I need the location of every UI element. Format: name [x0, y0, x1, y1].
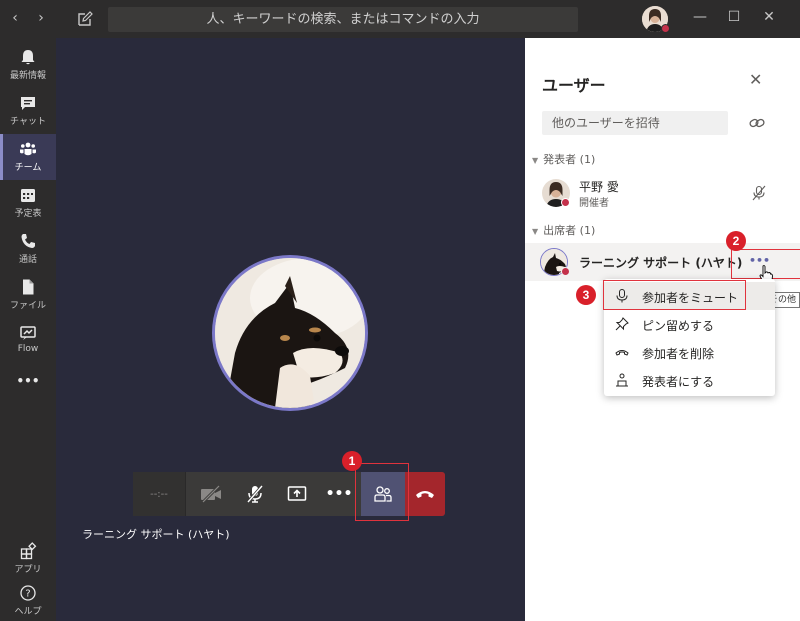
menu-item-pin[interactable]: ピン留めする — [604, 310, 775, 338]
minimize-button[interactable]: — — [690, 9, 710, 25]
attendee-name: ラーニング サポート (ハヤト) — [579, 256, 743, 270]
rail-item-activity[interactable]: 最新情報 — [0, 42, 56, 88]
busy-status-icon — [561, 267, 570, 276]
section-label: 発表者 (1) — [543, 153, 596, 166]
flow-icon — [20, 326, 36, 340]
copy-link-icon[interactable] — [749, 116, 765, 130]
share-screen-icon — [287, 486, 307, 501]
rail-item-calendar[interactable]: 予定表 — [0, 180, 56, 226]
rail-label: チャット — [10, 117, 46, 127]
rail-item-help[interactable]: ? ヘルプ — [0, 578, 56, 621]
help-icon: ? — [20, 585, 36, 601]
presenter-row[interactable]: 平野 愛 開催者 — [525, 173, 800, 213]
bell-icon — [21, 50, 35, 65]
call-timer: --:-- — [133, 472, 185, 516]
annotation-badge-3: 3 — [576, 285, 596, 305]
chat-icon — [21, 97, 35, 110]
rail-item-chat[interactable]: チャット — [0, 88, 56, 134]
participant-video-avatar — [212, 255, 368, 411]
menu-item-label: ピン留めする — [642, 319, 715, 333]
rail-label: ファイル — [9, 301, 46, 311]
annotation-box-3 — [603, 280, 746, 310]
mic-toggle-button[interactable] — [237, 472, 273, 516]
hang-up-button[interactable] — [405, 472, 445, 516]
camera-toggle-button[interactable] — [193, 472, 229, 516]
forward-button[interactable]: › — [32, 10, 50, 26]
close-window-button[interactable]: ✕ — [759, 9, 779, 25]
share-screen-button[interactable] — [279, 472, 315, 516]
mic-off-icon — [752, 185, 766, 201]
apps-icon — [20, 542, 37, 560]
rail-item-apps[interactable]: アプリ — [0, 536, 56, 582]
menu-item-label: 参加者を削除 — [642, 347, 715, 361]
chevron-down-icon: ▼ — [532, 156, 539, 165]
annotation-box-1 — [355, 463, 409, 521]
busy-status-icon — [661, 24, 670, 33]
rail-label: Flow — [17, 344, 39, 354]
svg-text:?: ? — [25, 589, 30, 600]
attendees-section-header[interactable]: ▼ 出席者 (1) — [532, 222, 595, 238]
rail-item-flow[interactable]: Flow — [0, 318, 56, 364]
camera-off-icon — [201, 485, 221, 503]
menu-item-make-presenter[interactable]: 発表者にする — [604, 366, 775, 394]
app-rail: 最新情報 チャット チーム 予定表 通話 ファイル Flow ••• アプリ ?… — [0, 38, 56, 621]
rail-label: アプリ — [14, 565, 42, 575]
menu-item-remove[interactable]: 参加者を削除 — [604, 338, 775, 366]
mic-off-icon — [246, 485, 264, 503]
more-icon: ••• — [16, 374, 40, 388]
rail-item-files[interactable]: ファイル — [0, 272, 56, 318]
invite-input[interactable]: 他のユーザーを招待 — [542, 111, 728, 135]
divider — [185, 472, 186, 516]
title-bar: ‹ › 人、キーワードの検索、またはコマンドの入力 — ☐ ✕ — [0, 0, 800, 38]
teams-icon — [20, 142, 36, 156]
presenter-icon — [616, 373, 628, 387]
rail-label: 予定表 — [14, 209, 42, 219]
panel-title: ユーザー — [542, 76, 606, 95]
calendar-icon — [21, 189, 35, 202]
hangup-icon — [615, 350, 629, 356]
pin-icon — [615, 317, 629, 331]
rail-label: チーム — [14, 163, 42, 173]
search-input[interactable]: 人、キーワードの検索、またはコマンドの入力 — [108, 7, 578, 32]
presenters-section-header[interactable]: ▼ 発表者 (1) — [532, 151, 595, 167]
rail-label: 最新情報 — [9, 71, 46, 81]
more-actions-button[interactable]: ••• — [321, 472, 357, 516]
back-button[interactable]: ‹ — [6, 10, 24, 26]
menu-item-label: 発表者にする — [642, 375, 715, 389]
busy-status-icon — [561, 198, 570, 207]
presenter-role: 開催者 — [579, 198, 609, 209]
annotation-badge-2: 2 — [726, 231, 746, 251]
compose-icon[interactable] — [75, 9, 95, 29]
presenter-name: 平野 愛 — [579, 180, 619, 194]
chevron-down-icon: ▼ — [532, 227, 539, 236]
hangup-icon — [416, 491, 434, 498]
maximize-button[interactable]: ☐ — [724, 9, 744, 25]
annotation-badge-1: 1 — [342, 451, 362, 471]
phone-icon — [21, 234, 35, 248]
rail-label: ヘルプ — [14, 607, 42, 617]
rail-item-teams[interactable]: チーム — [0, 134, 56, 180]
file-icon — [23, 279, 34, 295]
section-label: 出席者 (1) — [543, 224, 596, 237]
rail-item-calls[interactable]: 通話 — [0, 226, 56, 272]
close-panel-button[interactable]: ✕ — [749, 70, 762, 89]
participant-name-label: ラーニング サポート (ハヤト) — [82, 528, 230, 541]
rail-label: 通話 — [18, 255, 37, 265]
rail-item-more[interactable]: ••• — [0, 364, 56, 410]
